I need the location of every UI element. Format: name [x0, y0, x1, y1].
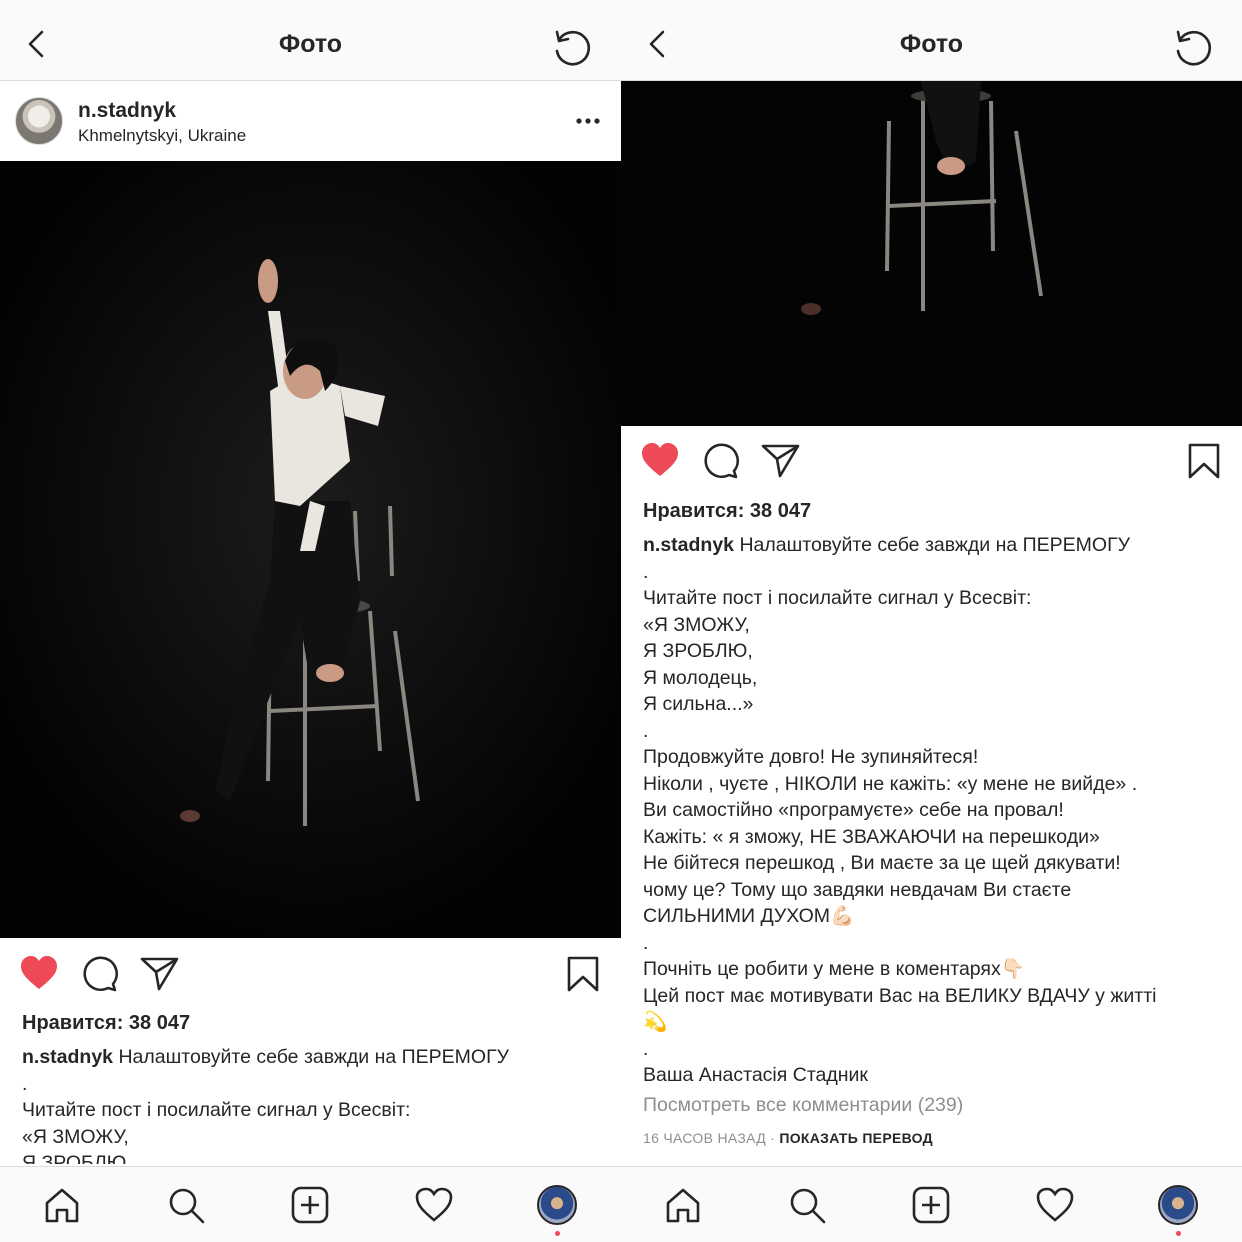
new-post-icon[interactable] — [911, 1185, 951, 1225]
avatar[interactable] — [15, 97, 63, 145]
profile-avatar-tab[interactable] — [537, 1185, 577, 1225]
tab-bar — [621, 1166, 1242, 1242]
caption-line: Цей пост має мотивувати Вас на ВЕЛИКУ ВД… — [643, 984, 1157, 1007]
caption-first-line: Налаштовуйте себе завжди на ПЕРЕМОГУ — [739, 534, 1131, 556]
post-username[interactable]: n.stadnyk — [78, 99, 176, 123]
like-heart-icon[interactable] — [641, 442, 679, 478]
screen-right: Фото Нравится: 38 047 n.stadnyk Налаштов… — [621, 0, 1242, 1242]
caption-line: Кажіть: « я зможу, НЕ ЗВАЖАЮЧИ на перешк… — [643, 825, 1100, 848]
search-icon[interactable] — [787, 1185, 827, 1225]
action-bar — [0, 945, 621, 1005]
caption-line: Продовжуйте довго! Не зупиняйтеся! — [643, 746, 979, 768]
caption-line: чому це? Тому що завдяки невдачам Ви ста… — [643, 878, 1072, 901]
page-title: Фото — [899, 30, 964, 58]
view-all-comments-link[interactable]: Посмотреть все комментарии (239) — [643, 1094, 963, 1117]
caption-line: Не бійтеся перешкод , Ви маєте за це щей… — [643, 852, 1121, 874]
tab-bar — [0, 1166, 621, 1242]
caption-line: «Я ЗМОЖУ, — [22, 1125, 129, 1148]
post-timestamp: 16 ЧАСОВ НАЗАД — [643, 1130, 766, 1146]
caption-line: . — [643, 1037, 649, 1060]
action-bar — [621, 432, 1242, 492]
post-meta: 16 ЧАСОВ НАЗАД · ПОКАЗАТЬ ПЕРЕВОД — [643, 1130, 933, 1146]
caption-line: Почніть це робити у мене в коментарях👇🏻 — [643, 958, 1026, 980]
post-photo[interactable] — [0, 161, 621, 938]
comment-icon[interactable] — [80, 955, 118, 993]
bookmark-icon[interactable] — [1187, 442, 1221, 480]
caption-line: «Я ЗМОЖУ, — [643, 613, 750, 636]
post-caption: n.stadnyk Налаштовуйте себе завжди на ПЕ… — [643, 532, 1228, 1089]
profile-avatar-tab[interactable] — [1158, 1185, 1198, 1225]
caption-line: Читайте пост і посилайте сигнал у Всесві… — [22, 1099, 411, 1121]
share-icon[interactable] — [140, 955, 180, 993]
caption-line: Я сильна...» — [643, 693, 754, 715]
post-header: n.stadnyk Khmelnytskyi, Ukraine — [0, 81, 621, 161]
post-location[interactable]: Khmelnytskyi, Ukraine — [78, 126, 246, 146]
activity-heart-icon[interactable] — [414, 1185, 454, 1225]
likes-count[interactable]: Нравится: 38 047 — [643, 500, 811, 523]
home-icon[interactable] — [42, 1185, 82, 1225]
caption-first-line: Налаштовуйте себе завжди на ПЕРЕМОГУ — [118, 1046, 510, 1068]
caption-line: 💫 — [643, 1011, 668, 1033]
like-heart-icon[interactable] — [20, 955, 58, 991]
refresh-icon[interactable] — [550, 26, 596, 68]
more-options-icon[interactable] — [572, 114, 604, 128]
likes-count[interactable]: Нравится: 38 047 — [22, 1012, 190, 1035]
nav-header: Фото — [0, 0, 621, 81]
share-icon[interactable] — [761, 442, 801, 480]
post-photo-scrolled[interactable] — [621, 81, 1242, 426]
caption-username[interactable]: n.stadnyk — [22, 1046, 113, 1068]
caption-line: СИЛЬНИМИ ДУХОМ💪🏻 — [643, 905, 855, 927]
screen-left: Фото n.stadnyk Khmelnytskyi, Ukraine Нра… — [0, 0, 621, 1242]
photo-illustration — [0, 161, 621, 938]
meta-separator: · — [765, 1130, 780, 1146]
home-icon[interactable] — [663, 1185, 703, 1225]
bookmark-icon[interactable] — [566, 955, 600, 993]
notification-dot — [1176, 1231, 1181, 1236]
caption-line: . — [643, 719, 649, 742]
caption-username[interactable]: n.stadnyk — [643, 534, 734, 556]
caption-line: Я ЗРОБЛЮ, — [643, 640, 753, 662]
caption-line: Я молодець, — [643, 666, 758, 689]
refresh-icon[interactable] — [1171, 26, 1217, 68]
page-title: Фото — [278, 30, 343, 58]
show-translation-link[interactable]: ПОКАЗАТЬ ПЕРЕВОД — [779, 1130, 933, 1146]
caption-line: . — [22, 1072, 28, 1095]
new-post-icon[interactable] — [290, 1185, 330, 1225]
caption-line: Ваша Анастасія Стадник — [643, 1064, 868, 1086]
caption-line: . — [643, 560, 649, 583]
caption-line: . — [643, 931, 649, 954]
caption-line: Ніколи , чуєте , НІКОЛИ не кажіть: «у ме… — [643, 772, 1138, 795]
photo-illustration — [621, 81, 1242, 426]
caption-line: Я ЗРОБЛЮ, — [22, 1152, 132, 1164]
caption-line: Ви самостійно «програмуєте» себе на пров… — [643, 799, 1064, 821]
search-icon[interactable] — [166, 1185, 206, 1225]
post-caption: n.stadnyk Налаштовуйте себе завжди на ПЕ… — [22, 1044, 607, 1164]
notification-dot — [555, 1231, 560, 1236]
activity-heart-icon[interactable] — [1035, 1185, 1075, 1225]
comment-icon[interactable] — [701, 442, 739, 480]
caption-line: Читайте пост і посилайте сигнал у Всесві… — [643, 587, 1032, 609]
nav-header: Фото — [621, 0, 1242, 81]
